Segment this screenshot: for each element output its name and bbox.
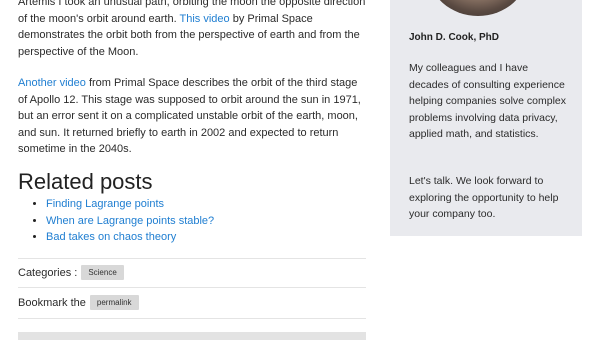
related-post-link[interactable]: Finding Lagrange points xyxy=(46,198,164,210)
divider xyxy=(18,318,366,319)
article-paragraph: Another video from Primal Space describe… xyxy=(18,75,366,158)
contact-cta: Let's talk. We look forward to exploring… xyxy=(409,175,559,220)
author-avatar xyxy=(428,0,528,16)
categories-row: Categories : Science xyxy=(18,265,124,280)
related-post-link[interactable]: Bad takes on chaos theory xyxy=(46,231,176,243)
comment-section-bar xyxy=(18,332,366,340)
category-tag[interactable]: Science xyxy=(81,265,124,280)
bookmark-row: Bookmark the permalink xyxy=(18,295,139,310)
related-post-item: Bad takes on chaos theory xyxy=(46,229,214,246)
bookmark-label: Bookmark the xyxy=(18,296,86,309)
author-name: John D. Cook, PhD xyxy=(409,32,499,43)
author-sidebar: John D. Cook, PhD My colleagues and I ha… xyxy=(390,0,582,236)
related-post-item: When are Lagrange points stable? xyxy=(46,213,214,230)
divider xyxy=(18,287,366,288)
this-video-link[interactable]: This video xyxy=(180,13,230,25)
related-post-link[interactable]: When are Lagrange points stable? xyxy=(46,215,214,227)
author-bio: My colleagues and I have decades of cons… xyxy=(409,62,567,140)
another-video-link[interactable]: Another video xyxy=(18,77,86,89)
related-posts-list: Finding Lagrange points When are Lagrang… xyxy=(28,196,214,246)
article-body: Artemis I took an unusual path, orbiting… xyxy=(18,0,366,158)
related-posts-heading: Related posts xyxy=(18,169,153,194)
categories-label: Categories : xyxy=(18,266,78,279)
article-paragraph: Artemis I took an unusual path, orbiting… xyxy=(18,0,366,60)
permalink-tag[interactable]: permalink xyxy=(89,295,139,310)
related-post-item: Finding Lagrange points xyxy=(46,196,214,213)
divider xyxy=(18,258,366,259)
